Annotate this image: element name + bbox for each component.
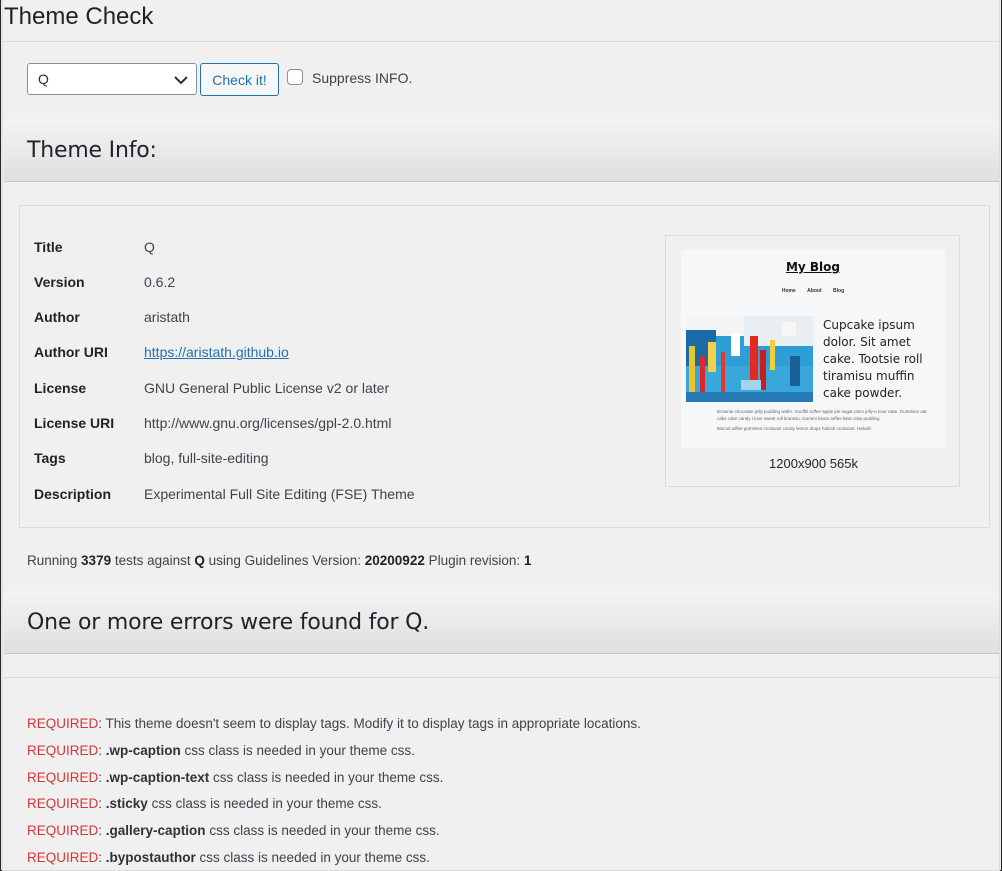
css-class-name: .wp-caption-text (105, 769, 210, 785)
error-message: css class is needed in your theme css. (205, 823, 440, 839)
summary-text: Plugin revision: (424, 553, 524, 568)
info-value: Q (144, 239, 155, 255)
title-divider (3, 41, 999, 42)
error-item: REQUIRED: .sticky css class is needed in… (27, 796, 382, 811)
info-value: blog, full-site-editing (144, 450, 269, 466)
chevron-down-icon (174, 76, 188, 85)
plugin-revision: 1 (523, 553, 532, 568)
error-message: css class is needed in your theme css. (147, 796, 382, 812)
theme-select[interactable]: Q (27, 63, 197, 95)
theme-name: Q (194, 553, 205, 568)
css-class-name: .sticky (105, 796, 148, 812)
error-message: css class is needed in your theme css. (195, 850, 430, 865)
check-it-button[interactable]: Check it! (200, 63, 279, 96)
screenshot-painting-image (686, 316, 813, 402)
theme-info-heading: Theme Info: (27, 138, 157, 163)
separator: : (98, 796, 106, 812)
info-label: License (34, 380, 87, 396)
info-label: Author URI (34, 344, 108, 360)
test-summary: Running 3379 tests against Q using Guide… (27, 553, 531, 568)
screenshot-paragraph: Brownie chocolate jelly pudding wafer. S… (717, 409, 927, 421)
author-uri-link[interactable]: https://aristath.github.io (144, 344, 289, 360)
screenshot-small-text: Brownie chocolate jelly pudding wafer. S… (717, 408, 927, 432)
errors-header: One or more errors were found for Q. (4, 591, 999, 654)
summary-text: using Guidelines Version: (204, 553, 365, 568)
error-item: REQUIRED: .wp-caption-text css class is … (27, 770, 443, 785)
info-label: Description (34, 486, 112, 502)
css-class-name: .bypostauthor (105, 850, 196, 865)
info-label: Version (34, 274, 85, 290)
screenshot-nav-item: About (807, 288, 822, 294)
error-item: REQUIRED: .bypostauthor css class is nee… (27, 850, 430, 865)
separator: : (98, 742, 106, 758)
error-item: REQUIRED: .gallery-caption css class is … (27, 823, 440, 838)
theme-info-header: Theme Info: (4, 119, 999, 182)
info-value: Experimental Full Site Editing (FSE) The… (144, 486, 415, 502)
screenshot-intro-text: Cupcake ipsum dolor. Sit amet cake. Toot… (823, 318, 923, 400)
info-value: 0.6.2 (144, 274, 176, 290)
errors-heading: One or more errors were found for Q. (27, 610, 430, 635)
screenshot-caption: 1200x900 565k (769, 456, 858, 471)
errors-divider (4, 677, 999, 678)
error-item: REQUIRED: .wp-caption css class is neede… (27, 743, 415, 758)
theme-screenshot: My Blog Home About Blog Cupcake ipsum do… (681, 250, 945, 448)
required-tag: REQUIRED (27, 796, 99, 812)
required-tag: REQUIRED (27, 769, 99, 785)
error-message: css class is needed in your theme css. (180, 742, 415, 758)
required-tag: REQUIRED (27, 850, 99, 865)
screenshot-paragraph: Biscuit toffee gummies croissant candy l… (717, 426, 871, 431)
info-label: Title (34, 239, 63, 255)
summary-text: tests against (111, 553, 195, 568)
tests-count: 3379 (81, 553, 112, 568)
error-message: : This theme doesn't seem to display tag… (98, 716, 641, 731)
info-label: License URI (34, 415, 115, 431)
css-class-name: .gallery-caption (105, 823, 206, 839)
info-label: Tags (34, 450, 66, 466)
separator: : (98, 823, 106, 839)
summary-text: Running (27, 553, 82, 568)
separator: : (98, 850, 106, 865)
info-value: http://www.gnu.org/licenses/gpl-2.0.html (144, 415, 392, 431)
screenshot-nav-item: Blog (833, 288, 845, 294)
suppress-info-label[interactable]: Suppress INFO. (312, 70, 412, 86)
css-class-name: .wp-caption (105, 742, 181, 758)
info-label: Author (34, 309, 80, 325)
required-tag: REQUIRED (27, 742, 99, 758)
required-tag: REQUIRED (27, 823, 99, 839)
guidelines-version: 20200922 (364, 553, 425, 568)
page-title: Theme Check (4, 3, 154, 30)
info-value: GNU General Public License v2 or later (144, 380, 390, 396)
error-message: css class is needed in your theme css. (209, 769, 444, 785)
screenshot-nav: Home About Blog (681, 288, 945, 294)
separator: : (98, 769, 106, 785)
theme-screenshot-panel: My Blog Home About Blog Cupcake ipsum do… (665, 235, 960, 487)
suppress-info-checkbox[interactable] (287, 69, 303, 85)
info-value: https://aristath.github.io (144, 344, 289, 360)
theme-select-value: Q (38, 71, 49, 87)
screenshot-nav-item: Home (781, 288, 796, 294)
screenshot-blog-title: My Blog (785, 260, 841, 274)
error-item: REQUIRED: This theme doesn't seem to dis… (27, 716, 641, 731)
info-value: aristath (144, 309, 190, 325)
required-tag: REQUIRED (27, 716, 99, 731)
